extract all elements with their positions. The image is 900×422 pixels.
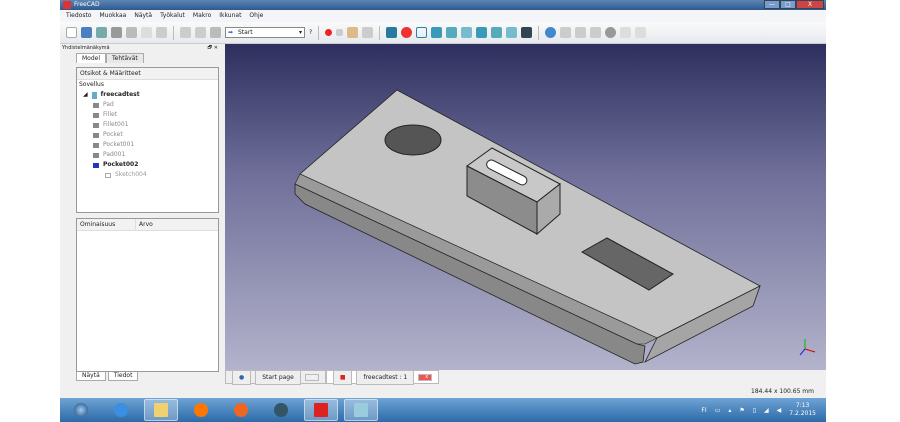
- system-tray: FI ▭ ▴ ⚑ ▯ ◢ ◀ 7:13 7.2.2015: [701, 398, 816, 422]
- menu-view[interactable]: Näytä: [134, 10, 152, 22]
- view-left-icon[interactable]: [506, 27, 518, 38]
- tab-data[interactable]: Tiedot: [107, 372, 139, 381]
- menu-help[interactable]: Ohje: [249, 10, 263, 22]
- menu-bar: Tiedosto Muokkaa Näytä Työkalut Makro Ik…: [60, 10, 826, 22]
- media-player-icon[interactable]: [184, 399, 218, 421]
- thunderbird-icon[interactable]: [264, 399, 298, 421]
- tree-document[interactable]: ◢ freecadtest: [79, 90, 218, 100]
- zoom-in-icon[interactable]: [620, 27, 632, 38]
- panel-title: Yhdistelmänäkymä: [62, 45, 110, 51]
- start-button[interactable]: [64, 399, 98, 421]
- tree-item-pocket[interactable]: Pocket: [79, 130, 218, 140]
- copy-icon[interactable]: [141, 27, 152, 38]
- whats-this-icon[interactable]: ?: [309, 29, 312, 36]
- title-bar: FreeCAD — □ X: [60, 0, 826, 10]
- tree-header: Otsikot & Määritteet: [77, 68, 218, 80]
- taskbar: FI ▭ ▴ ⚑ ▯ ◢ ◀ 7:13 7.2.2015: [60, 398, 826, 422]
- fit-all-icon[interactable]: [386, 27, 398, 38]
- view-rear-icon[interactable]: [476, 27, 488, 38]
- window-title: FreeCAD: [74, 1, 100, 8]
- new-file-icon[interactable]: [66, 27, 77, 38]
- axis-indicator-icon: [799, 339, 816, 356]
- refresh-icon[interactable]: [210, 27, 221, 38]
- language-indicator[interactable]: FI: [701, 407, 706, 414]
- round-hole: [384, 124, 442, 156]
- open-icon[interactable]: [81, 27, 92, 38]
- freecad-window: FreeCAD — □ X Tiedosto Muokkaa Näytä Työ…: [60, 0, 826, 422]
- maximize-button[interactable]: □: [780, 0, 796, 9]
- close-button[interactable]: X: [796, 0, 824, 9]
- view-front-icon[interactable]: [431, 27, 443, 38]
- tree-item-pad001[interactable]: Pad001: [79, 150, 218, 160]
- model-tree: Otsikot & Määritteet Sovellus ◢ freecadte…: [76, 67, 219, 213]
- menu-file[interactable]: Tiedosto: [66, 10, 91, 22]
- measure-icon[interactable]: [521, 27, 533, 38]
- view-bottom-icon[interactable]: [491, 27, 503, 38]
- close-panel-icon[interactable]: ✕: [214, 45, 218, 51]
- menu-macro[interactable]: Makro: [193, 10, 211, 22]
- tree-item-pocket002[interactable]: Pocket002: [79, 160, 218, 170]
- minimize-button[interactable]: —: [764, 0, 780, 9]
- close-tab-icon: x: [418, 373, 433, 381]
- edit-macro-icon[interactable]: [347, 27, 359, 38]
- view-right-icon[interactable]: [461, 27, 473, 38]
- forward-icon[interactable]: [575, 27, 587, 38]
- show-hidden-icon[interactable]: ▴: [728, 407, 731, 414]
- back-icon[interactable]: [560, 27, 572, 38]
- prop-header-property: Ominaisuus: [80, 219, 136, 230]
- tree-root: Sovellus: [79, 81, 104, 88]
- tab-start-page[interactable]: ● Start page x: [225, 369, 326, 385]
- tree-item-pocket001[interactable]: Pocket001: [79, 140, 218, 150]
- volume-icon[interactable]: ◀: [777, 407, 782, 414]
- freecad-icon: [63, 1, 71, 9]
- ie-icon[interactable]: [104, 399, 138, 421]
- paste-icon[interactable]: [156, 27, 167, 38]
- view-axonometric-icon[interactable]: [416, 27, 428, 38]
- redo-icon[interactable]: [195, 27, 206, 38]
- clock[interactable]: 7:13 7.2.2015: [789, 402, 816, 418]
- status-dimensions: 184.44 x 100.65 mm: [751, 388, 814, 395]
- notepad-icon[interactable]: [344, 399, 378, 421]
- tab-model[interactable]: Model: [76, 53, 107, 63]
- tree-item-fillet001[interactable]: Fillet001: [79, 120, 218, 130]
- prop-header-value: Arvo: [139, 221, 153, 228]
- stop-macro-icon[interactable]: [336, 29, 344, 36]
- web-home-icon[interactable]: [545, 27, 557, 38]
- print-icon[interactable]: [111, 27, 122, 38]
- cut-icon[interactable]: [126, 27, 137, 38]
- draw-style-icon[interactable]: [401, 27, 413, 38]
- float-icon[interactable]: 🗗: [208, 45, 213, 51]
- workbench-select[interactable]: Start: [225, 27, 305, 38]
- tree-item-fillet[interactable]: Fillet: [79, 110, 218, 120]
- save-icon[interactable]: [96, 27, 107, 38]
- menu-tools[interactable]: Työkalut: [160, 10, 185, 22]
- close-tab-icon: x: [304, 373, 319, 381]
- tab-view[interactable]: Näytä: [76, 372, 106, 381]
- tree-item-sketch004[interactable]: Sketch004: [79, 170, 218, 180]
- firefox-icon[interactable]: [224, 399, 258, 421]
- run-macro-icon[interactable]: [362, 27, 374, 38]
- network-icon[interactable]: ◢: [764, 407, 769, 414]
- zoom-out-icon[interactable]: [635, 27, 647, 38]
- undo-icon[interactable]: [180, 27, 191, 38]
- tab-tasks[interactable]: Tehtävät: [106, 53, 144, 63]
- record-macro-icon[interactable]: [325, 29, 333, 36]
- 3d-viewport[interactable]: [225, 44, 826, 370]
- tree-item-pad[interactable]: Pad: [79, 100, 218, 110]
- 3d-model: [294, 89, 816, 365]
- property-view: Ominaisuus Arvo: [76, 218, 219, 372]
- menu-edit[interactable]: Muokkaa: [99, 10, 126, 22]
- combo-view-panel: Yhdistelmänäkymä 🗗 ✕ Model Tehtävät Otsik…: [60, 44, 222, 384]
- view-top-icon[interactable]: [446, 27, 458, 38]
- explorer-icon[interactable]: [144, 399, 178, 421]
- flag-icon[interactable]: ⚑: [739, 407, 744, 414]
- freecad-taskbar-icon[interactable]: [304, 399, 338, 421]
- printer-icon[interactable]: ▭: [715, 407, 721, 414]
- battery-icon[interactable]: ▯: [753, 407, 756, 414]
- stop-icon[interactable]: [605, 27, 617, 38]
- reload-icon[interactable]: [590, 27, 602, 38]
- tab-freecadtest[interactable]: ■ freecadtest : 1x: [325, 369, 440, 385]
- menu-windows[interactable]: Ikkunat: [219, 10, 241, 22]
- toolbar: Start ?: [60, 22, 826, 44]
